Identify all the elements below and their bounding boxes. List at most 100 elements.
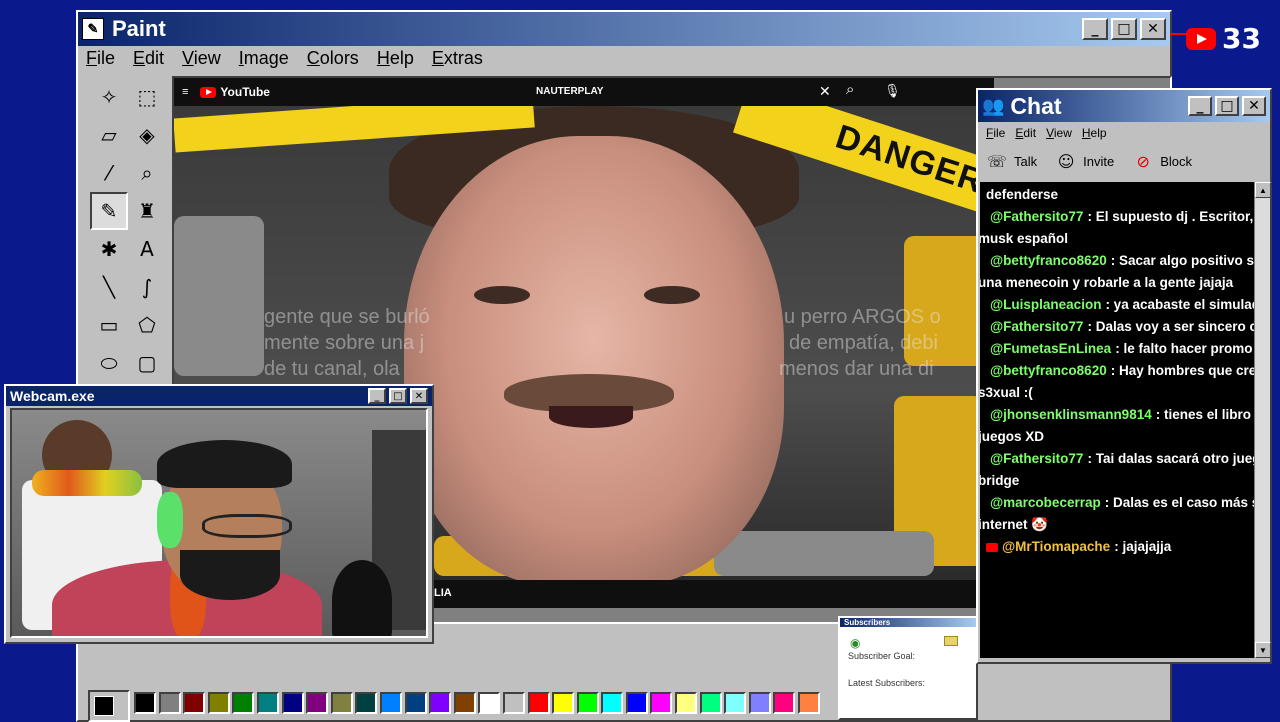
invite-button[interactable]: ☺ Invite: [1055, 150, 1114, 172]
chat-username[interactable]: @bettyfranco8620: [990, 250, 1107, 272]
search-query[interactable]: NAUTERPLAY: [536, 86, 603, 97]
color-swatch[interactable]: [748, 692, 771, 714]
eraser-icon[interactable]: ▱: [90, 116, 128, 154]
search-icon[interactable]: ⌕: [846, 81, 854, 98]
color-swatch[interactable]: [183, 692, 206, 714]
chat-username[interactable]: @bettyfranco8620: [990, 360, 1107, 382]
magnifier-icon[interactable]: ⌕: [128, 154, 166, 192]
color-swatch[interactable]: [355, 692, 378, 714]
scroll-up-icon[interactable]: ▲: [1255, 182, 1271, 198]
fill-icon[interactable]: ◈: [128, 116, 166, 154]
menu-icon[interactable]: ≡: [182, 86, 188, 98]
chat-menu-view[interactable]: View: [1046, 126, 1072, 140]
color-swatch[interactable]: [724, 692, 747, 714]
menu-file[interactable]: File: [86, 48, 115, 69]
block-button[interactable]: ⊘ Block: [1132, 150, 1193, 172]
chat-close-button[interactable]: ✕: [1242, 96, 1266, 116]
color-swatch[interactable]: [675, 692, 698, 714]
text-icon[interactable]: A: [128, 230, 166, 268]
color-swatch[interactable]: [207, 692, 230, 714]
menu-image[interactable]: Image: [239, 48, 289, 69]
chat-username[interactable]: @marcobecerrap: [990, 492, 1101, 514]
color-swatch[interactable]: [650, 692, 673, 714]
curve-icon[interactable]: ∫: [128, 268, 166, 306]
color-picker-icon[interactable]: ⁄: [90, 154, 128, 192]
paint-titlebar[interactable]: ✎ Paint _ □ ✕: [78, 12, 1170, 46]
block-label: Block: [1160, 153, 1192, 169]
color-swatch[interactable]: [502, 692, 525, 714]
color-swatch[interactable]: [773, 692, 796, 714]
line-icon[interactable]: ╲: [90, 268, 128, 306]
menu-extras[interactable]: Extras: [432, 48, 483, 69]
mic-icon[interactable]: 🎙: [884, 83, 901, 99]
color-swatch[interactable]: [379, 692, 402, 714]
rounded-rect-icon[interactable]: ▢: [128, 344, 166, 382]
color-swatch[interactable]: [527, 692, 550, 714]
webcam-maximize-button[interactable]: □: [389, 388, 407, 404]
youtube-logo[interactable]: YouTube: [200, 85, 270, 99]
chat-minimize-button[interactable]: _: [1188, 96, 1212, 116]
chat-menu-edit[interactable]: Edit: [1015, 126, 1036, 140]
clear-search-icon[interactable]: ✕: [819, 83, 831, 100]
color-swatch[interactable]: [601, 692, 624, 714]
eye-left: [474, 286, 530, 304]
color-swatch[interactable]: [404, 692, 427, 714]
color-swatch[interactable]: [134, 692, 156, 714]
chat-username[interactable]: @Fathersito77: [990, 316, 1083, 338]
color-swatch[interactable]: [281, 692, 304, 714]
rect-select-icon[interactable]: ⬚: [128, 78, 166, 116]
chat-window: 👥 Chat _ □ ✕ File Edit View Help ☏ Talk ☺…: [976, 88, 1272, 664]
chat-menu-file[interactable]: File: [986, 126, 1005, 140]
rectangle-icon[interactable]: ▭: [90, 306, 128, 344]
chat-username[interactable]: @MrTiomapache: [1002, 536, 1110, 558]
chat-username[interactable]: @jhonsenklinsmann9814: [990, 404, 1152, 426]
color-swatch[interactable]: [453, 692, 476, 714]
color-swatch[interactable]: [552, 692, 575, 714]
ellipse-icon[interactable]: ⬭: [90, 344, 128, 382]
color-swatch[interactable]: [429, 692, 452, 714]
menu-colors[interactable]: Colors: [307, 48, 359, 69]
color-swatch[interactable]: [798, 692, 821, 714]
color-swatch[interactable]: [625, 692, 648, 714]
color-swatch[interactable]: [576, 692, 599, 714]
current-color-indicator[interactable]: [88, 690, 130, 722]
pencil-icon[interactable]: ✎: [90, 192, 128, 230]
chat-menu-help[interactable]: Help: [1082, 126, 1107, 140]
chat-titlebar[interactable]: 👥 Chat _ □ ✕: [978, 90, 1270, 122]
chat-username[interactable]: @Fathersito77: [990, 206, 1083, 228]
chat-message-line: @Fathersito77 : Tai dalas sacará otro ju…: [986, 448, 1254, 470]
color-swatch[interactable]: [330, 692, 353, 714]
chat-username[interactable]: @Fathersito77: [990, 448, 1083, 470]
menu-help[interactable]: Help: [377, 48, 414, 69]
cap: [157, 440, 292, 488]
menu-view[interactable]: View: [182, 48, 221, 69]
minimize-button[interactable]: _: [1082, 18, 1108, 40]
chat-username[interactable]: @Luisplaneacion: [990, 294, 1101, 316]
webcam-titlebar[interactable]: Webcam.exe _ □ ✕: [6, 386, 432, 406]
color-swatch[interactable]: [232, 692, 255, 714]
chat-text: : jajajajja: [1114, 539, 1172, 554]
chat-message-line: @FumetasEnLinea : le falto hacer promo d…: [986, 338, 1254, 360]
color-swatch[interactable]: [256, 692, 279, 714]
airbrush-icon[interactable]: ✱: [90, 230, 128, 268]
chat-log[interactable]: defenderse @Fathersito77 : El supuesto d…: [980, 182, 1254, 658]
color-swatch[interactable]: [158, 692, 181, 714]
free-select-icon[interactable]: ✧: [90, 78, 128, 116]
menu-edit[interactable]: Edit: [133, 48, 164, 69]
chat-maximize-button[interactable]: □: [1215, 96, 1239, 116]
chat-scrollbar[interactable]: ▲ ▼: [1254, 182, 1271, 658]
close-button[interactable]: ✕: [1140, 18, 1166, 40]
chat-toolbar: ☏ Talk ☺ Invite ⊘ Block: [978, 144, 1270, 178]
scroll-down-icon[interactable]: ▼: [1255, 642, 1271, 658]
color-swatch[interactable]: [478, 692, 501, 714]
talk-button[interactable]: ☏ Talk: [986, 150, 1037, 172]
color-swatch[interactable]: [699, 692, 722, 714]
chat-username[interactable]: @FumetasEnLinea: [990, 338, 1111, 360]
youtube-play-icon: [1186, 27, 1216, 50]
brush-icon[interactable]: ♜: [128, 192, 166, 230]
maximize-button[interactable]: □: [1111, 18, 1137, 40]
webcam-minimize-button[interactable]: _: [368, 388, 386, 404]
webcam-close-button[interactable]: ✕: [410, 388, 428, 404]
polygon-icon[interactable]: ⬠: [128, 306, 166, 344]
color-swatch[interactable]: [306, 692, 329, 714]
